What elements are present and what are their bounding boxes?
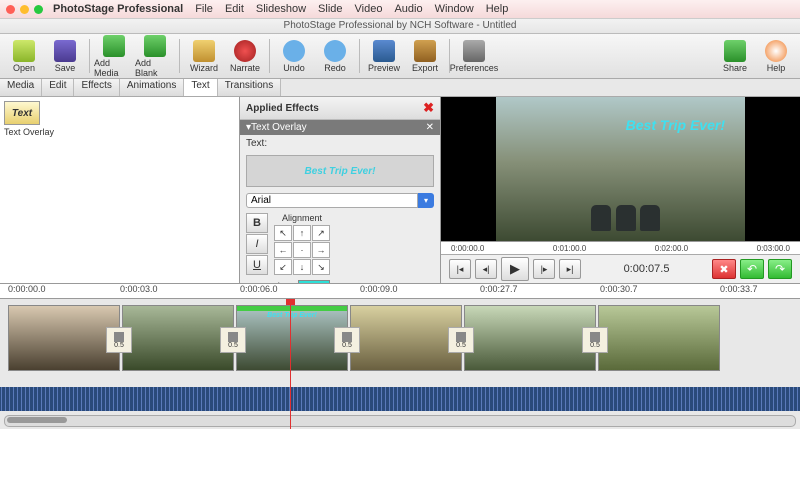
transition-icon[interactable]: 0.5 [448,327,474,353]
help-button[interactable]: Help [756,40,796,73]
delete-button[interactable]: ✖ [712,259,736,279]
close-window[interactable] [6,5,15,14]
skip-start-button[interactable]: |◂ [449,259,471,279]
timeline-ruler-mark: 0:00:33.7 [720,284,758,294]
preview-viewport: Best Trip Ever! [441,97,800,241]
preview-timecode: 0:00:07.5 [585,263,708,275]
add-media-button[interactable]: Add Media [94,35,134,78]
add-blank-button[interactable]: Add Blank [135,35,175,78]
align-mc[interactable]: · [293,242,311,258]
align-ml[interactable]: ← [274,242,292,258]
audio-track[interactable] [0,387,800,411]
menu-audio[interactable]: Audio [394,3,422,15]
tab-media[interactable]: Media [0,79,42,96]
preview-button[interactable]: Preview [364,40,404,73]
menu-edit[interactable]: Edit [225,3,244,15]
menu-video[interactable]: Video [355,3,383,15]
narrate-button[interactable]: Narrate [225,40,265,73]
timeline-clip[interactable]: 18.7 secs [464,305,596,371]
timeline-scrollbar[interactable] [4,415,796,427]
export-button[interactable]: Export [405,40,445,73]
transition-icon[interactable]: 0.5 [106,327,132,353]
redo-clip-button[interactable]: ↷ [768,259,792,279]
undo-clip-button[interactable]: ↶ [740,259,764,279]
timeline-clip[interactable]: 3.0 secs [8,305,120,371]
open-button[interactable]: Open [4,40,44,73]
font-select[interactable] [246,193,418,208]
timeline-ruler-mark: 0:00:06.0 [240,284,278,294]
text-label: Text: [240,135,440,152]
alignment-label: Alignment [274,213,330,223]
play-button[interactable]: ▶ [501,257,529,281]
timeline-clip[interactable]: 3.0 secs [122,305,234,371]
menu-slideshow[interactable]: Slideshow [256,3,306,15]
redo-button[interactable]: Redo [315,40,355,73]
bold-button[interactable]: B [246,213,268,233]
align-mr[interactable]: → [312,242,330,258]
minimize-window[interactable] [20,5,29,14]
menu-window[interactable]: Window [435,3,474,15]
italic-button[interactable]: I [246,234,268,254]
align-tr[interactable]: ↗ [312,225,330,241]
underline-button[interactable]: U [246,255,268,275]
alignment-grid: ↖↑↗ ←·→ ↙↓↘ [274,225,330,275]
timeline-clip[interactable]: 3.0 secs [350,305,462,371]
menu-help[interactable]: Help [486,3,509,15]
preferences-button[interactable]: Preferences [454,40,494,73]
transition-icon[interactable]: 0.5 [220,327,246,353]
undo-button[interactable]: Undo [274,40,314,73]
timeline-ruler-mark: 0:00:00.0 [8,284,46,294]
timeline-ruler-mark: 0:00:27.7 [480,284,518,294]
preview-ruler-mark: 0:00:00.0 [451,244,484,253]
transition-icon[interactable]: 0.5 [334,327,360,353]
tab-animations[interactable]: Animations [120,79,184,96]
save-button[interactable]: Save [45,40,85,73]
tab-text[interactable]: Text [184,79,217,96]
overlay-text: Best Trip Ever! [626,117,725,133]
tab-edit[interactable]: Edit [42,79,74,96]
preview-ruler-mark: 0:03:00.0 [757,244,790,253]
font-dropdown-icon[interactable]: ▾ [418,193,434,208]
playhead[interactable] [290,299,291,429]
window-subtitle: PhotoStage Professional by NCH Software … [0,19,800,34]
menu-file[interactable]: File [195,3,213,15]
step-fwd-button[interactable]: |▸ [533,259,555,279]
share-button[interactable]: Share [715,40,755,73]
timeline-clip[interactable]: 3.0 secs [598,305,720,371]
text-preview-field[interactable]: Best Trip Ever! [246,155,434,187]
transition-icon[interactable]: 0.5 [582,327,608,353]
applied-effects-title: Applied Effects [246,103,319,114]
tab-effects[interactable]: Effects [74,79,119,96]
timeline-ruler-mark: 0:00:30.7 [600,284,638,294]
skip-end-button[interactable]: ▸| [559,259,581,279]
app-menu[interactable]: PhotoStage Professional [53,3,183,15]
preview-ruler-mark: 0:02:00.0 [655,244,688,253]
text-overlay-label: Text Overlay [4,127,235,137]
zoom-window[interactable] [34,5,43,14]
text-overlay-draggable[interactable]: Text [4,101,40,125]
timeline-clip[interactable]: Best Trip Ever!3.0 secs [236,305,348,371]
menu-slide[interactable]: Slide [318,3,342,15]
timeline-ruler-mark: 0:00:09.0 [360,284,398,294]
align-bc[interactable]: ↓ [293,259,311,275]
align-br[interactable]: ↘ [312,259,330,275]
align-tc[interactable]: ↑ [293,225,311,241]
timeline-ruler-mark: 0:00:03.0 [120,284,158,294]
step-back-button[interactable]: ◂| [475,259,497,279]
align-bl[interactable]: ↙ [274,259,292,275]
remove-effect-icon[interactable]: ✕ [426,122,434,133]
close-effects-icon[interactable]: ✖ [423,100,434,116]
wizard-button[interactable]: Wizard [184,40,224,73]
tab-transitions[interactable]: Transitions [218,79,282,96]
preview-ruler-mark: 0:01:00.0 [553,244,586,253]
align-tl[interactable]: ↖ [274,225,292,241]
